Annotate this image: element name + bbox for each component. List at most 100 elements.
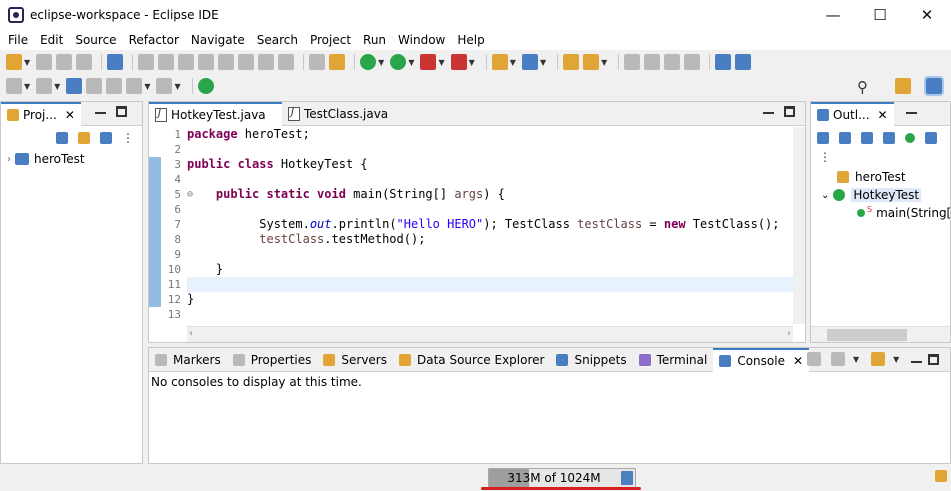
- code-line[interactable]: [187, 142, 793, 157]
- sort-icon[interactable]: [839, 132, 851, 144]
- tab-testclass-java[interactable]: TestClass.java: [282, 102, 394, 126]
- chevron-down-icon[interactable]: ▼: [893, 355, 899, 364]
- chevron-down-icon[interactable]: ▼: [54, 82, 60, 91]
- tab-markers[interactable]: Markers: [149, 348, 227, 372]
- code-line[interactable]: [187, 247, 793, 262]
- chevron-down-icon[interactable]: ▼: [408, 58, 414, 67]
- code-line[interactable]: testClass.testMethod();: [187, 232, 793, 247]
- code-line[interactable]: System.out.println("Hello HERO"); TestCl…: [187, 217, 793, 232]
- outline-item-method[interactable]: S main(String[]: [811, 204, 951, 222]
- external-tools-icon[interactable]: [450, 54, 467, 70]
- maximize-button[interactable]: ☐: [857, 0, 903, 30]
- search-icon[interactable]: ⚲: [857, 78, 868, 96]
- chevron-down-icon[interactable]: ▼: [438, 58, 444, 67]
- debug-icon[interactable]: [360, 54, 377, 70]
- menu-window[interactable]: Window: [392, 33, 451, 47]
- maximize-view-icon[interactable]: [928, 353, 940, 365]
- scroll-left-icon[interactable]: ‹: [189, 328, 193, 339]
- web-browser-icon[interactable]: [715, 54, 732, 70]
- minimize-view-icon[interactable]: [95, 112, 106, 114]
- forward-history-icon[interactable]: [106, 78, 123, 94]
- heap-status[interactable]: 313M of 1024M: [488, 468, 636, 488]
- print-icon[interactable]: [76, 54, 93, 70]
- open-task-icon[interactable]: [583, 54, 600, 70]
- chevron-down-icon[interactable]: ▼: [24, 82, 30, 91]
- tab-outline[interactable]: Outl... ✕: [811, 101, 894, 126]
- chevron-down-icon[interactable]: ▼: [469, 58, 475, 67]
- editor-vertical-scrollbar[interactable]: [793, 127, 805, 324]
- tab-servers[interactable]: Servers: [317, 348, 393, 372]
- chevron-down-icon[interactable]: ▼: [24, 58, 30, 67]
- toggle-mark-occurrences-icon[interactable]: [624, 54, 641, 70]
- forward-arrow-icon[interactable]: [156, 78, 173, 94]
- back-history-icon[interactable]: [86, 78, 103, 94]
- skip-breakpoints-icon[interactable]: [107, 54, 124, 70]
- scroll-right-icon[interactable]: ›: [787, 328, 791, 339]
- next-annotation-icon[interactable]: [6, 78, 22, 94]
- menu-source[interactable]: Source: [69, 33, 122, 47]
- chevron-right-icon[interactable]: ›: [7, 154, 11, 165]
- step-over-icon[interactable]: [238, 54, 255, 70]
- outline-item-class[interactable]: ⌄ HotkeyTest: [811, 186, 950, 204]
- code-editor[interactable]: 1 2 3 4 5 ⊖ 6 7 8 9 10 11 12 13 package h…: [149, 127, 805, 324]
- close-icon[interactable]: ✕: [65, 108, 75, 122]
- code-line[interactable]: [187, 202, 793, 217]
- close-icon[interactable]: ✕: [878, 108, 888, 122]
- resume-icon[interactable]: [138, 54, 155, 70]
- outline-horizontal-scrollbar[interactable]: [811, 326, 950, 342]
- code-line[interactable]: }: [187, 262, 793, 277]
- tree-item-herotest[interactable]: › heroTest: [1, 150, 142, 168]
- display-selected-console-icon[interactable]: [831, 352, 845, 366]
- hide-non-public-icon[interactable]: [905, 133, 915, 143]
- save-all-icon[interactable]: [56, 54, 73, 70]
- toggle-breadcrumb-icon[interactable]: [644, 54, 661, 70]
- chevron-down-icon[interactable]: ▼: [378, 58, 384, 67]
- maximize-view-icon[interactable]: [784, 106, 795, 117]
- disconnect-icon[interactable]: [198, 54, 215, 70]
- previous-annotation-icon[interactable]: [36, 78, 53, 94]
- close-button[interactable]: ✕: [904, 0, 950, 30]
- last-edit-location-icon[interactable]: [66, 78, 83, 94]
- code-line[interactable]: [187, 307, 793, 322]
- code-line[interactable]: public class HotkeyTest {: [187, 157, 793, 172]
- collapse-all-icon[interactable]: [817, 132, 829, 144]
- hide-static-icon[interactable]: [883, 132, 895, 144]
- new-java-project-icon[interactable]: [491, 54, 508, 70]
- step-return-icon[interactable]: [258, 54, 275, 70]
- chevron-down-icon[interactable]: ▼: [853, 355, 859, 364]
- scroll-thumb[interactable]: [827, 329, 907, 341]
- tab-hotkeytest-java[interactable]: HotkeyTest.java: [149, 101, 282, 126]
- maximize-view-icon[interactable]: [116, 106, 127, 117]
- view-menu-icon[interactable]: ⋮: [122, 131, 134, 145]
- use-step-filters-icon[interactable]: [309, 54, 326, 70]
- tab-properties[interactable]: Properties: [227, 348, 318, 372]
- menu-edit[interactable]: Edit: [34, 33, 69, 47]
- trash-icon[interactable]: [621, 471, 633, 485]
- close-icon[interactable]: ✕: [793, 354, 803, 368]
- chevron-down-icon[interactable]: ▼: [144, 82, 150, 91]
- java-perspective-icon[interactable]: [924, 76, 944, 96]
- show-whitespace-icon[interactable]: [684, 54, 701, 70]
- tab-data-source-explorer[interactable]: Data Source Explorer: [393, 348, 550, 372]
- chevron-down-icon[interactable]: ⌄: [821, 190, 829, 201]
- tab-console[interactable]: Console ✕: [713, 347, 810, 372]
- code-line[interactable]: public static void main(String[] args) {: [187, 187, 793, 202]
- chevron-down-icon[interactable]: ▼: [601, 58, 607, 67]
- save-icon[interactable]: [36, 54, 53, 70]
- step-into-icon[interactable]: [218, 54, 235, 70]
- open-type-icon[interactable]: [563, 54, 580, 70]
- toggle-block-selection-icon[interactable]: [664, 54, 681, 70]
- menu-search[interactable]: Search: [251, 33, 304, 47]
- menu-help[interactable]: Help: [451, 33, 490, 47]
- hide-local-types-icon[interactable]: [925, 132, 937, 144]
- pin-console-icon[interactable]: [807, 352, 821, 366]
- code-line[interactable]: package heroTest;: [187, 127, 793, 142]
- code-content[interactable]: package heroTest; public class HotkeyTest…: [187, 127, 793, 322]
- menu-project[interactable]: Project: [304, 33, 357, 47]
- filter-icon[interactable]: [100, 132, 112, 144]
- suspend-icon[interactable]: [158, 54, 175, 70]
- open-perspective-icon[interactable]: [895, 78, 911, 94]
- back-arrow-icon[interactable]: [126, 78, 143, 94]
- link-with-editor-icon[interactable]: [78, 132, 90, 144]
- tab-snippets[interactable]: Snippets: [550, 348, 632, 372]
